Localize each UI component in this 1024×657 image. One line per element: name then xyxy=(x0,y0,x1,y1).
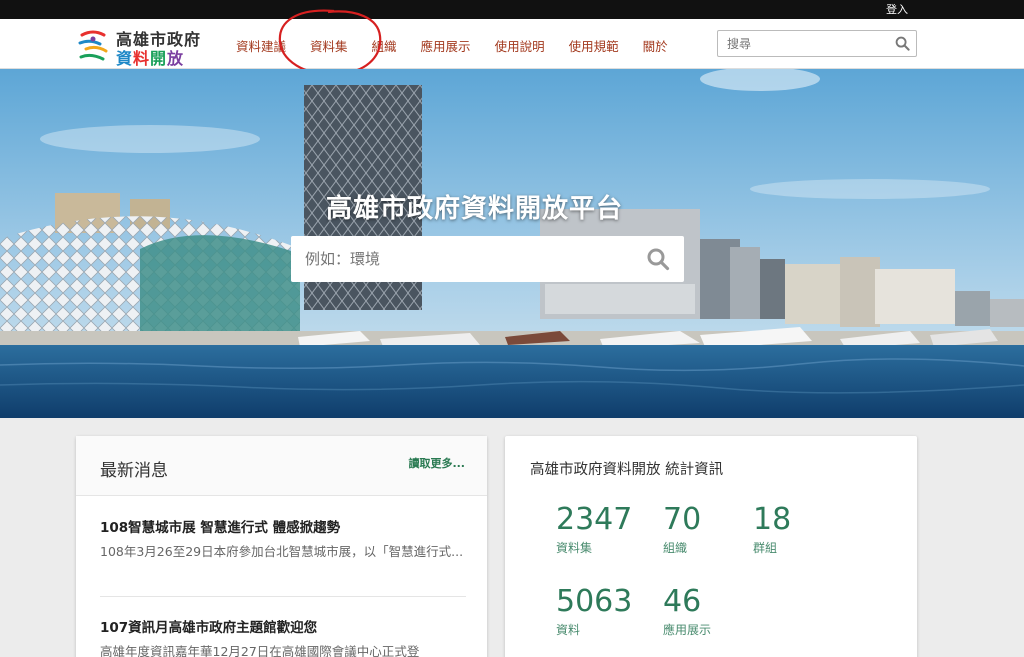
nav-terms[interactable]: 使用規範 xyxy=(569,36,619,55)
search-icon[interactable] xyxy=(646,247,670,271)
top-bar: 登入 xyxy=(0,0,1024,19)
stat-value: 2347 xyxy=(556,502,633,537)
stat-organizations[interactable]: 70 組織 xyxy=(663,503,701,556)
stat-label: 組織 xyxy=(663,541,688,555)
news-item-title[interactable]: 107資訊月高雄市政府主題館歡迎您 xyxy=(100,616,466,636)
news-header: 最新消息 讀取更多... xyxy=(76,436,487,496)
news-title: 最新消息 xyxy=(100,461,168,481)
logo-mark-icon xyxy=(78,30,108,61)
news-item-desc: 高雄年度資訊嘉年華12月27日在高雄國際會議中心正式登 xyxy=(100,644,420,657)
site-header: 高雄市政府 資料開放 資料建議 資料集 組織 應用展示 使用說明 使用規範 關於 xyxy=(0,19,1024,69)
stat-label: 群組 xyxy=(753,541,778,555)
news-item[interactable]: 107資訊月高雄市政府主題館歡迎您 高雄年度資訊嘉年華12月27日在高雄國際會議… xyxy=(100,616,466,657)
logo-subtitle-char: 放 xyxy=(167,49,185,68)
stat-value: 18 xyxy=(753,502,792,537)
stat-datasets[interactable]: 2347 資料集 xyxy=(556,503,632,556)
news-item-desc: 108年3月26至29日本府參加台北智慧城市展，以「智慧進行式... xyxy=(100,544,464,559)
hero-title: 高雄市政府資料開放平台 xyxy=(326,194,624,224)
news-divider xyxy=(100,596,466,597)
login-link[interactable]: 登入 xyxy=(886,1,908,17)
nav-datasets[interactable]: 資料集 xyxy=(310,36,348,55)
stats-title: 高雄市政府資料開放 統計資訊 xyxy=(530,462,724,478)
header-search xyxy=(717,30,917,57)
news-item[interactable]: 108智慧城市展 智慧進行式 體感掀趨勢 108年3月26至29日本府參加台北智… xyxy=(100,516,466,561)
logo-subtitle-char: 資 xyxy=(116,49,134,68)
news-more-link[interactable]: 讀取更多... xyxy=(408,455,465,471)
nav-usage-guide[interactable]: 使用說明 xyxy=(495,36,545,55)
stat-value: 5063 xyxy=(556,584,633,619)
stat-groups[interactable]: 18 群組 xyxy=(753,503,791,556)
stat-label: 應用展示 xyxy=(663,623,712,637)
nav-data-suggestion[interactable]: 資料建議 xyxy=(236,36,286,55)
nav-about[interactable]: 關於 xyxy=(643,36,668,55)
stat-resources[interactable]: 5063 資料 xyxy=(556,585,632,638)
hero-search-input[interactable] xyxy=(291,236,631,282)
nav-organizations[interactable]: 組織 xyxy=(372,36,397,55)
main-nav: 資料建議 資料集 組織 應用展示 使用說明 使用規範 關於 xyxy=(236,36,692,55)
search-icon[interactable] xyxy=(895,36,910,51)
logo-subtitle: 資料開放 xyxy=(116,45,184,69)
site-logo[interactable]: 高雄市政府 資料開放 xyxy=(76,25,216,68)
nav-showcases[interactable]: 應用展示 xyxy=(421,36,471,55)
logo-subtitle-char: 開 xyxy=(150,49,168,68)
stat-label: 資料 xyxy=(556,623,581,637)
header-search-input[interactable] xyxy=(718,31,888,56)
news-panel: 最新消息 讀取更多... 108智慧城市展 智慧進行式 體感掀趨勢 108年3月… xyxy=(76,436,487,657)
hero-banner: 高雄市政府資料開放平台 xyxy=(0,69,1024,418)
hero-search xyxy=(291,236,684,282)
logo-subtitle-char: 料 xyxy=(133,49,151,68)
stat-value: 46 xyxy=(663,584,702,619)
stat-showcases[interactable]: 46 應用展示 xyxy=(663,585,711,638)
stats-panel: 高雄市政府資料開放 統計資訊 2347 資料集 70 組織 18 群組 5063… xyxy=(505,436,917,657)
stat-label: 資料集 xyxy=(556,541,593,555)
news-item-title[interactable]: 108智慧城市展 智慧進行式 體感掀趨勢 xyxy=(100,516,466,536)
stat-value: 70 xyxy=(663,502,702,537)
